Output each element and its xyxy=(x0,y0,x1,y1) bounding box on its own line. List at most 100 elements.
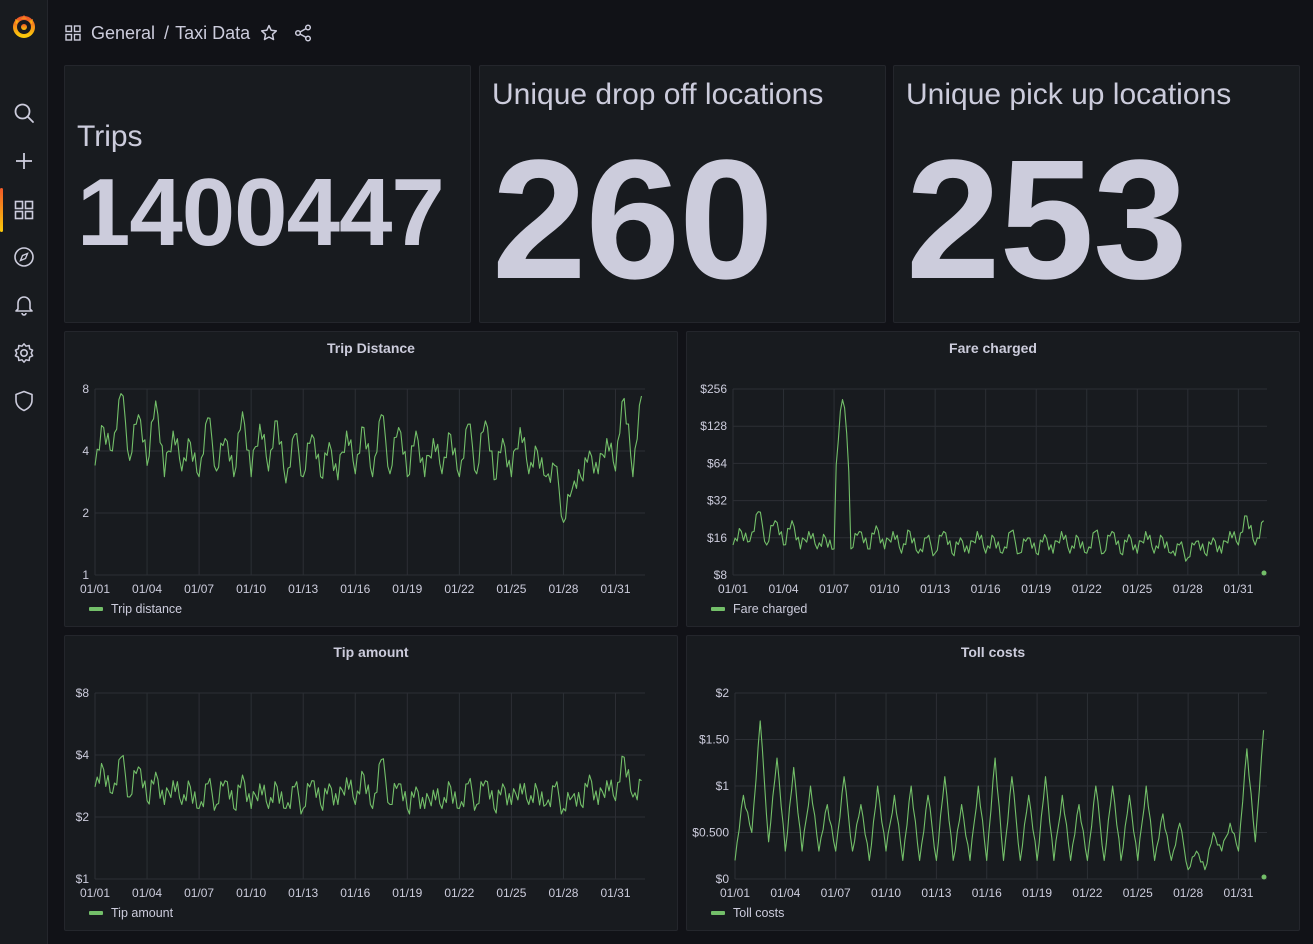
y-tick-label: 1 xyxy=(82,568,89,582)
y-tick-label: $0.500 xyxy=(692,826,729,840)
series-line[interactable] xyxy=(734,720,1265,871)
breadcrumb-separator: / xyxy=(164,22,170,43)
stat-panel-unique-drop-off-locations[interactable]: Unique drop off locations 260 xyxy=(479,65,886,323)
x-tick-label: 01/28 xyxy=(1173,582,1203,596)
x-tick-label: 01/16 xyxy=(340,886,370,900)
y-tick-label: $2 xyxy=(76,810,90,824)
breadcrumb: General / Taxi Data xyxy=(65,22,312,44)
legend-swatch xyxy=(89,911,103,915)
x-tick-label: 01/04 xyxy=(769,582,799,596)
legend-label: Fare charged xyxy=(733,602,808,616)
x-tick-label: 01/28 xyxy=(548,582,578,596)
y-tick-label: $32 xyxy=(707,494,727,508)
x-tick-label: 01/22 xyxy=(444,886,474,900)
stat-panel-unique-pick-up-locations[interactable]: Unique pick up locations 253 xyxy=(893,65,1300,323)
legend-swatch xyxy=(89,607,103,611)
stat-title: Unique pick up locations xyxy=(906,78,1232,111)
y-tick-label: $256 xyxy=(700,382,727,396)
chart-plot: $8 $16 $32 $64 $128 $256 01/01 01/04 01/07 01/10 0… xyxy=(700,382,1267,596)
server-admin-shield-icon[interactable] xyxy=(0,381,47,421)
x-tick-label: 01/04 xyxy=(132,886,162,900)
x-tick-label: 01/01 xyxy=(80,886,110,900)
y-tick-label: $0 xyxy=(716,872,730,886)
chart-plot: $1 $2 $4 $8 01/01 01/04 01/07 01/10 01/13 01/16 01… xyxy=(76,686,645,900)
stat-value: 1400447 xyxy=(77,159,445,266)
y-tick-label: $2 xyxy=(716,686,730,700)
search-icon[interactable] xyxy=(0,93,47,133)
timeseries-panel-fare-charged[interactable]: Fare charged $8 $16 $32 $64 $128 $256 01/01 01/… xyxy=(686,331,1300,627)
x-tick-label: 01/22 xyxy=(1072,886,1102,900)
x-tick-label: 01/01 xyxy=(720,886,750,900)
x-tick-label: 01/28 xyxy=(548,886,578,900)
x-tick-label: 01/22 xyxy=(1072,582,1102,596)
stat-value: 260 xyxy=(492,125,774,315)
series-line[interactable] xyxy=(732,399,1264,562)
alerting-bell-icon[interactable] xyxy=(0,285,47,325)
series-end-dot xyxy=(1261,874,1267,880)
dashboard-title[interactable]: Taxi Data xyxy=(175,23,250,44)
stat-panel-trips[interactable]: Trips 1400447 xyxy=(64,65,471,323)
legend-label: Trip distance xyxy=(111,602,183,616)
x-tick-label: 01/13 xyxy=(288,886,318,900)
x-tick-label: 01/19 xyxy=(392,582,422,596)
timeseries-panel-trip-distance[interactable]: Trip Distance 1 2 4 8 01/01 01/04 01/07 01/10 01… xyxy=(64,331,678,627)
x-tick-label: 01/01 xyxy=(718,582,748,596)
y-tick-label: 4 xyxy=(82,444,89,458)
x-tick-label: 01/10 xyxy=(236,582,266,596)
share-icon[interactable] xyxy=(294,24,312,42)
dashboards-icon[interactable] xyxy=(0,186,47,234)
timeseries-panel-toll-costs[interactable]: Toll costs $0 $0.500 $1 $1.50 $2 01/01 01/04 01… xyxy=(686,635,1300,931)
y-tick-label: $16 xyxy=(707,531,727,545)
top-navbar: General / Taxi Data xyxy=(47,0,1313,64)
x-tick-label: 01/13 xyxy=(288,582,318,596)
y-tick-label: $1 xyxy=(716,779,730,793)
legend-label: Toll costs xyxy=(733,906,785,920)
x-tick-label: 01/07 xyxy=(184,886,214,900)
chart-legend[interactable]: Tip amount xyxy=(89,906,173,920)
x-tick-label: 01/31 xyxy=(600,886,630,900)
x-tick-label: 01/19 xyxy=(1021,582,1051,596)
chart-legend[interactable]: Trip distance xyxy=(89,602,182,616)
y-tick-label: 2 xyxy=(82,506,89,520)
y-tick-label: $1 xyxy=(76,872,90,886)
explore-compass-icon[interactable] xyxy=(0,237,47,277)
x-tick-label: 01/31 xyxy=(1223,582,1253,596)
y-tick-label: $8 xyxy=(76,686,90,700)
grafana-logo-icon[interactable] xyxy=(0,6,47,46)
x-tick-label: 01/13 xyxy=(920,582,950,596)
stat-title: Unique drop off locations xyxy=(492,78,824,111)
x-tick-label: 01/25 xyxy=(1122,582,1152,596)
chart-plot: 1 2 4 8 01/01 01/04 01/07 01/10 01/13 01/16 01/19 0… xyxy=(80,382,645,596)
y-tick-label: $128 xyxy=(700,419,727,433)
legend-swatch xyxy=(711,607,725,611)
timeseries-panel-tip-amount[interactable]: Tip amount $1 $2 $4 $8 01/01 01/04 01/07 01/10 0… xyxy=(64,635,678,931)
plus-icon[interactable] xyxy=(0,141,47,181)
chart-legend[interactable]: Fare charged xyxy=(711,602,807,616)
legend-label: Tip amount xyxy=(111,906,174,920)
star-icon[interactable] xyxy=(260,24,278,42)
x-tick-label: 01/25 xyxy=(496,582,526,596)
x-tick-label: 01/07 xyxy=(819,582,849,596)
x-tick-label: 01/01 xyxy=(80,582,110,596)
y-tick-label: 8 xyxy=(82,382,89,396)
legend-swatch xyxy=(711,911,725,915)
configuration-gear-icon[interactable] xyxy=(0,333,47,373)
x-tick-label: 01/10 xyxy=(871,886,901,900)
x-tick-label: 01/16 xyxy=(340,582,370,596)
x-tick-label: 01/28 xyxy=(1173,886,1203,900)
series-line[interactable] xyxy=(94,393,643,523)
y-tick-label: $8 xyxy=(714,568,728,582)
x-tick-label: 01/04 xyxy=(132,582,162,596)
dashboard-grid-icon xyxy=(65,25,81,41)
x-tick-label: 01/07 xyxy=(821,886,851,900)
series-end-dot xyxy=(1261,570,1267,576)
x-tick-label: 01/31 xyxy=(600,582,630,596)
chart-legend[interactable]: Toll costs xyxy=(711,906,784,920)
series-line[interactable] xyxy=(94,754,642,815)
x-tick-label: 01/10 xyxy=(870,582,900,596)
breadcrumb-folder-link[interactable]: General xyxy=(91,23,155,44)
x-tick-label: 01/07 xyxy=(184,582,214,596)
x-tick-label: 01/19 xyxy=(1022,886,1052,900)
x-tick-label: 01/31 xyxy=(1223,886,1253,900)
sidebar xyxy=(0,0,48,944)
